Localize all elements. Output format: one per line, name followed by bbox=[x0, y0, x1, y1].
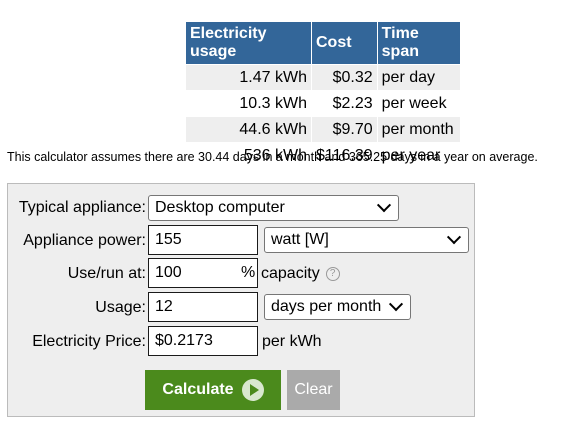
calculate-button-label: Calculate bbox=[162, 381, 234, 398]
help-icon[interactable]: ? bbox=[325, 267, 340, 281]
use-label: Use/run at: bbox=[67, 265, 146, 282]
header-time-span: Time span bbox=[376, 21, 461, 65]
chevron-down-icon bbox=[446, 230, 462, 245]
span-cell: per day bbox=[376, 64, 461, 91]
calculate-button[interactable]: Calculate bbox=[145, 370, 281, 410]
power-unit-value: watt [W] bbox=[271, 231, 329, 248]
price-input[interactable] bbox=[148, 326, 258, 356]
percent-suffix: % bbox=[241, 264, 256, 281]
clear-button-label: Clear bbox=[294, 381, 333, 398]
power-input[interactable] bbox=[148, 225, 258, 255]
appliance-select-value: Desktop computer bbox=[155, 199, 285, 216]
chevron-down-icon bbox=[376, 198, 392, 213]
cost-cell: $2.23 bbox=[311, 90, 378, 117]
price-label: Electricity Price: bbox=[32, 333, 146, 350]
usage-label: Usage: bbox=[95, 299, 146, 316]
table-row: 10.3 kWh $2.23 per week bbox=[185, 90, 461, 117]
clear-button[interactable]: Clear bbox=[287, 370, 340, 410]
power-label: Appliance power: bbox=[23, 232, 146, 249]
cost-cell: $9.70 bbox=[311, 116, 378, 143]
capacity-label: capacity? bbox=[261, 265, 340, 283]
appliance-select[interactable]: Desktop computer bbox=[148, 195, 399, 221]
appliance-label: Typical appliance: bbox=[18, 199, 146, 216]
usage-cell: 44.6 kWh bbox=[185, 116, 312, 143]
capacity-text: capacity bbox=[261, 265, 320, 282]
table-row: 1.47 kWh $0.32 per day bbox=[185, 64, 461, 91]
chevron-down-icon bbox=[388, 297, 404, 312]
power-unit-select[interactable]: watt [W] bbox=[264, 227, 469, 253]
usage-cell: 10.3 kWh bbox=[185, 90, 312, 117]
table-row: 44.6 kWh $9.70 per month bbox=[185, 116, 461, 143]
span-cell: per week bbox=[376, 90, 461, 117]
span-cell: per month bbox=[376, 116, 461, 143]
header-cost: Cost bbox=[311, 21, 378, 65]
usage-cell: 1.47 kWh bbox=[185, 64, 312, 91]
cost-cell: $0.32 bbox=[311, 64, 378, 91]
results-header-row: Electricity usage Cost Time span bbox=[185, 21, 461, 65]
assumption-note: This calculator assumes there are 30.44 … bbox=[7, 150, 538, 164]
play-icon bbox=[241, 379, 264, 401]
calculator-form: Typical appliance: Desktop computer Appl… bbox=[7, 183, 475, 417]
usage-unit-value: days per month bbox=[271, 298, 382, 315]
usage-input[interactable] bbox=[148, 292, 258, 322]
usage-unit-select[interactable]: days per month bbox=[264, 294, 411, 320]
price-unit: per kWh bbox=[262, 333, 322, 350]
header-electricity-usage: Electricity usage bbox=[185, 21, 312, 65]
results-table: Electricity usage Cost Time span 1.47 kW… bbox=[185, 21, 461, 169]
